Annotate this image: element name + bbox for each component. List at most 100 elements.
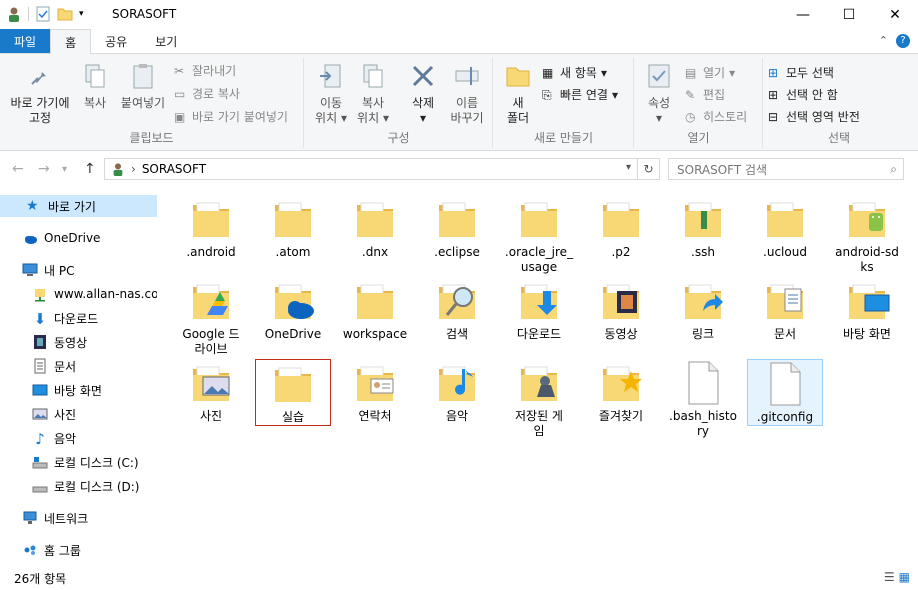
network-icon [23, 511, 37, 524]
select-none-button[interactable]: ⊞ 선택 안 함 [768, 86, 838, 103]
copy-button[interactable]: 복사 [76, 62, 114, 111]
rename-button[interactable]: 이름 바꾸기 [445, 62, 489, 126]
properties-button[interactable]: 속성 ▾ [639, 62, 679, 126]
sidebar-item-label: 내 PC [44, 263, 75, 278]
up-icon[interactable]: ↑ [84, 161, 96, 177]
eclipse-folder[interactable]: .eclipse [419, 195, 495, 260]
sidebar-item-network[interactable]: 네트워크 [0, 507, 157, 529]
practice-folder[interactable]: 실습 [255, 359, 331, 426]
android-folder[interactable]: .android [173, 195, 249, 260]
minimize-button[interactable]: — [780, 0, 826, 30]
sidebar-item-quick-access[interactable]: ★ 바로 가기 [0, 195, 157, 217]
copy-to-button[interactable]: 복사 위치 ▾ [353, 62, 393, 126]
tab-view[interactable]: 보기 [141, 29, 191, 53]
oracle-jre-usage-folder[interactable]: .oracle_jre_ usage [501, 195, 577, 275]
sidebar-item-desktop[interactable]: 바탕 화면 [0, 379, 157, 401]
pin-label-2: 고정 [28, 111, 52, 125]
file-name-line1: 문서 [773, 327, 797, 341]
atom-folder[interactable]: .atom [255, 195, 331, 260]
help-icon[interactable]: ? [896, 34, 910, 48]
pin-quick-access-button[interactable]: 바로 가기에 고정 [4, 62, 76, 126]
music-folder[interactable]: 음악 [419, 359, 495, 424]
properties-check-icon [648, 64, 670, 88]
favorites-folder[interactable]: 즐겨찾기 [583, 359, 659, 424]
invert-selection-button[interactable]: ⊟ 선택 영역 반전 [768, 108, 860, 125]
documents-folder[interactable]: 문서 [747, 277, 823, 342]
videos-folder[interactable]: 동영상 [583, 277, 659, 342]
pin-icon [31, 66, 46, 85]
navigation-pane: ★ 바로 가기 OneDrive 내 PC www.allan-nas.com ⬇… [0, 187, 157, 563]
details-view-icon[interactable]: ☰ [884, 570, 895, 584]
tab-home[interactable]: 홈 [50, 29, 92, 54]
tab-share[interactable]: 공유 [91, 29, 141, 53]
contacts-folder[interactable]: 연락처 [337, 359, 413, 424]
pictures-folder[interactable]: 사진 [173, 359, 249, 424]
history-button[interactable]: ◷ 히스토리 [685, 108, 747, 125]
downloads-folder[interactable]: 다운로드 [501, 277, 577, 342]
open-button[interactable]: ▤ 열기 ▾ [685, 64, 735, 81]
delete-button[interactable]: 삭제 ▾ [403, 62, 443, 126]
sidebar-item-nas[interactable]: www.allan-nas.com [0, 283, 157, 305]
sidebar-item-pictures[interactable]: 사진 [0, 403, 157, 425]
file-name-line1: .oracle_jre_ [504, 245, 574, 259]
sidebar-item-this-pc[interactable]: 내 PC [0, 259, 157, 281]
p2-folder[interactable]: .p2 [583, 195, 659, 260]
file-name-line1: android-sd [835, 245, 899, 259]
recent-dropdown-icon[interactable]: ▾ [62, 164, 67, 175]
ucloud-folder[interactable]: .ucloud [747, 195, 823, 260]
address-dropdown-icon[interactable]: ▾ [626, 162, 631, 173]
saved-games-folder[interactable]: 저장된 게임 [501, 359, 577, 439]
gitconfig-file[interactable]: .gitconfig [747, 359, 823, 426]
onedrive-folder[interactable]: OneDrive [255, 277, 331, 342]
sidebar-item-music[interactable]: ♪ 음악 [0, 427, 157, 449]
move-to-button[interactable]: 이동 위치 ▾ [311, 62, 351, 126]
maximize-button[interactable]: ☐ [826, 0, 872, 30]
collapse-ribbon-icon[interactable]: ⌃ [879, 34, 888, 47]
new-group-label: 새로 만들기 [533, 131, 593, 145]
sidebar-item-drive-d[interactable]: 로컬 디스크 (D:) [0, 475, 157, 497]
sidebar-item-videos[interactable]: 동영상 [0, 331, 157, 353]
tab-file[interactable]: 파일 [0, 29, 51, 53]
folder-icon [603, 202, 639, 237]
google-drive-folder[interactable]: Google 드 라이브 [173, 277, 249, 357]
sidebar-item-label: www.allan-nas.com [54, 287, 157, 301]
close-button[interactable]: ✕ [872, 0, 918, 30]
new-folder-button[interactable]: 새 폴더 [498, 62, 538, 126]
history-label: 히스토리 [703, 110, 748, 124]
search-input[interactable]: SORASOFT 검색 ⌕ [668, 158, 904, 180]
paste-shortcut-button[interactable]: ▣ 바로 가기 붙여넣기 [174, 108, 288, 125]
large-icons-view-icon[interactable]: ▦ [899, 570, 910, 584]
select-all-button[interactable]: ⊞ 모두 선택 [768, 64, 834, 81]
cut-button[interactable]: ✂ 잘라내기 [174, 62, 236, 79]
back-icon[interactable]: ← [12, 161, 24, 177]
links-folder[interactable]: 링크 [665, 277, 741, 342]
sidebar-item-documents[interactable]: 문서 [0, 355, 157, 377]
folder-icon [275, 367, 311, 402]
searches-folder[interactable]: 검색 [419, 277, 495, 342]
paste-button[interactable]: 붙여넣기 [116, 62, 170, 111]
breadcrumb-path[interactable]: SORASOFT [142, 162, 206, 176]
workspace-folder[interactable]: workspace [337, 277, 413, 342]
forward-icon[interactable]: → [38, 161, 50, 177]
sidebar-item-downloads[interactable]: ⬇ 다운로드 [0, 307, 157, 329]
edit-button[interactable]: ✎ 편집 [685, 86, 725, 103]
ssh-folder[interactable]: .ssh [665, 195, 741, 260]
bash-history-file[interactable]: .bash_histo ry [665, 359, 741, 439]
dnx-folder[interactable]: .dnx [337, 195, 413, 260]
properties-icon[interactable] [35, 6, 51, 22]
qat-dropdown-icon[interactable]: ▾ [79, 9, 84, 19]
refresh-icon[interactable]: ↻ [637, 159, 659, 179]
hard-drive-icon [32, 486, 48, 493]
desktop-folder[interactable]: 바탕 화면 [829, 277, 905, 342]
address-bar[interactable]: › SORASOFT ▾ ↻ [104, 158, 660, 180]
new-item-button[interactable]: ▦ 새 항목 ▾ [542, 64, 607, 81]
paste-label: 붙여넣기 [120, 96, 166, 110]
copy-path-button[interactable]: ▭ 경로 복사 [174, 85, 240, 102]
android-sdks-folder[interactable]: android-sd ks [829, 195, 905, 275]
easy-access-button[interactable]: ⎘ 빠른 연결 ▾ [542, 86, 618, 103]
sidebar-item-onedrive[interactable]: OneDrive [0, 227, 157, 249]
sidebar-item-homegroup[interactable]: 홈 그룹 [0, 539, 157, 561]
sidebar-item-drive-c[interactable]: 로컬 디스크 (C:) [0, 451, 157, 473]
delete-label: 삭제 [411, 96, 435, 110]
new-folder-icon[interactable] [57, 6, 73, 22]
